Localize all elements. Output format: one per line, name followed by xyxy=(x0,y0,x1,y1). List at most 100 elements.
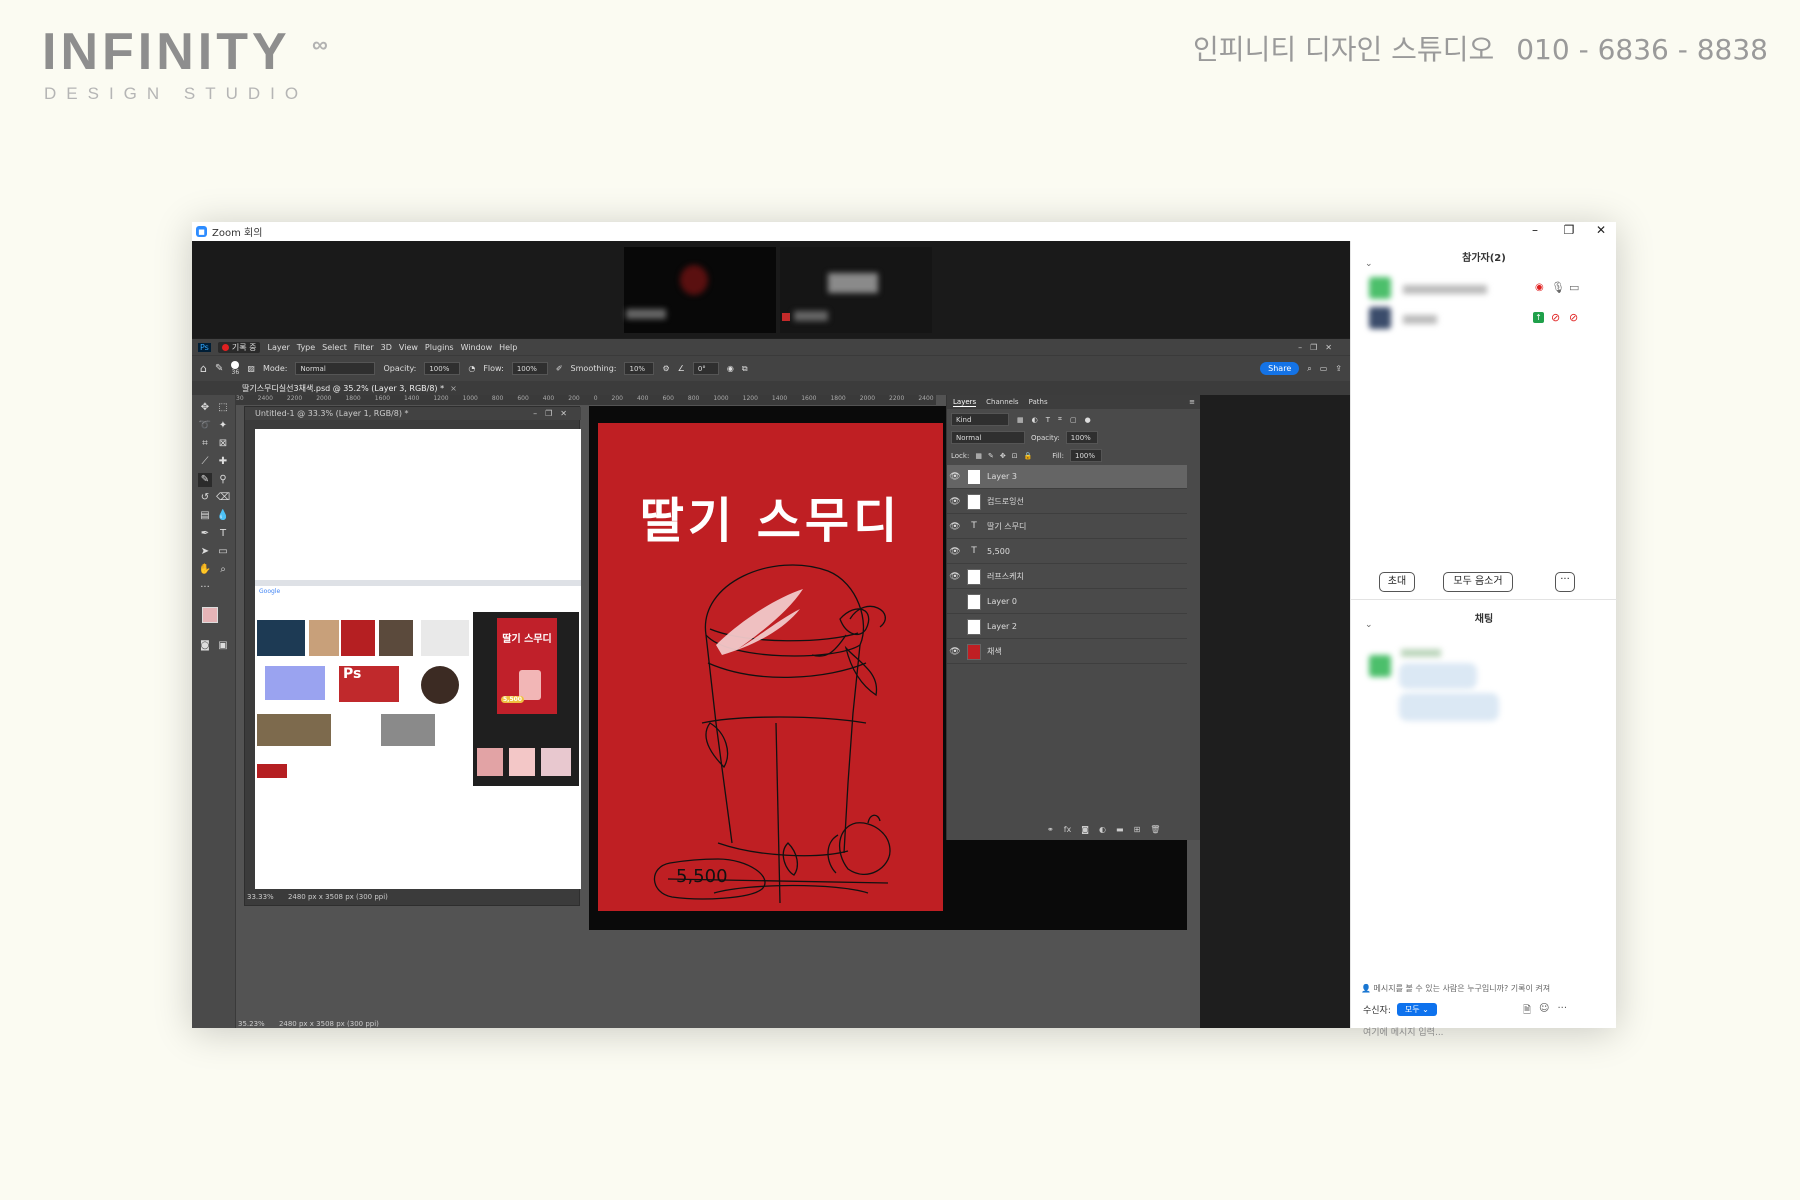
menu-window[interactable]: Window xyxy=(461,343,493,352)
restore-icon[interactable]: ❐ xyxy=(1554,223,1584,237)
lock-all-icon[interactable]: 🔒 xyxy=(1024,452,1033,460)
layer-opacity-field[interactable]: 100% xyxy=(1065,431,1098,444)
healing-brush-icon[interactable]: ✚ xyxy=(216,455,230,469)
lock-position-icon[interactable]: ✥ xyxy=(1000,452,1006,460)
kind-filter-select[interactable]: Kind xyxy=(951,413,1009,426)
poster-canvas[interactable]: 딸기 스무디 5,500 xyxy=(598,423,943,911)
layer-row[interactable]: Layer 0 xyxy=(947,590,1187,614)
tab-layers[interactable]: Layers xyxy=(953,398,977,407)
new-layer-icon[interactable]: ⊞ xyxy=(1134,825,1141,834)
tab-paths[interactable]: Paths xyxy=(1029,398,1048,406)
rectangle-tool-icon[interactable]: ▭ xyxy=(216,545,230,559)
close-icon[interactable]: ✕ xyxy=(1586,223,1616,237)
brush-settings-icon[interactable]: ▨ xyxy=(247,364,255,373)
layer-row[interactable]: 👁 T 딸기 스무디 xyxy=(947,515,1187,539)
menu-plugins[interactable]: Plugins xyxy=(425,343,454,352)
menu-3d[interactable]: 3D xyxy=(381,343,392,352)
untitled-document-window[interactable]: Untitled-1 @ 33.3% (Layer 1, RGB/8) * –❐… xyxy=(244,406,581,906)
minimize-icon[interactable]: – xyxy=(1520,223,1550,237)
more-icon[interactable]: ··· xyxy=(1557,1003,1567,1020)
close-tab-icon[interactable]: × xyxy=(450,384,457,393)
stamp-tool-icon[interactable]: ⚲ xyxy=(216,473,230,487)
lasso-tool-icon[interactable]: ➰ xyxy=(198,419,212,433)
ps-window-controls[interactable]: –❐✕ xyxy=(1298,343,1340,352)
smoothing-settings-icon[interactable]: ⚙ xyxy=(662,364,669,373)
visibility-eye-icon[interactable]: 👁 xyxy=(947,522,963,532)
video-tile[interactable] xyxy=(780,247,932,333)
file-icon[interactable]: 🗎 xyxy=(1523,1003,1531,1020)
lock-artboard-icon[interactable]: ⊡ xyxy=(1012,452,1018,460)
smart-filter-icon[interactable]: ▢ xyxy=(1070,416,1077,424)
more-options-button[interactable]: ··· xyxy=(1555,572,1575,592)
visibility-eye-icon[interactable]: 👁 xyxy=(947,497,963,507)
group-icon[interactable]: ▬ xyxy=(1116,825,1124,834)
menu-filter[interactable]: Filter xyxy=(354,343,374,352)
microphone-muted-icon[interactable]: ⊘ xyxy=(1551,311,1560,324)
microphone-icon[interactable]: 🎙 xyxy=(1551,281,1565,294)
screen-mode-icon[interactable]: ▣ xyxy=(216,639,230,653)
eyedropper-icon[interactable]: ⟋ xyxy=(198,455,212,469)
move-tool-icon[interactable]: ✥ xyxy=(198,401,212,415)
recipient-select[interactable]: 모두 ⌄ xyxy=(1396,1003,1437,1016)
visibility-eye-icon[interactable]: 👁 xyxy=(947,547,963,557)
pixel-filter-icon[interactable]: ▦ xyxy=(1017,416,1024,424)
panel-menu-icon[interactable]: ≡ xyxy=(1189,398,1195,406)
video-tile[interactable] xyxy=(624,247,776,333)
blur-tool-icon[interactable]: 💧 xyxy=(216,509,230,523)
menu-layer[interactable]: Layer xyxy=(267,343,289,352)
link-layers-icon[interactable]: ⚭ xyxy=(1047,825,1054,834)
participant-row[interactable]: ◉ 🎙 ▭ xyxy=(1365,277,1605,301)
magic-wand-icon[interactable]: ✦ xyxy=(216,419,230,433)
sub-canvas[interactable]: Google Ps 딸기 스무디 5,500 xyxy=(255,429,581,889)
smoothing-field[interactable]: 10% xyxy=(624,362,655,375)
gradient-tool-icon[interactable]: ▤ xyxy=(198,509,212,523)
pressure-opacity-icon[interactable]: ◔ xyxy=(468,364,475,373)
layer-row[interactable]: 👁 러프스케치 xyxy=(947,565,1187,589)
brush-tool-icon[interactable]: ✎ xyxy=(198,473,212,487)
layer-row[interactable]: 👁 T 5,500 xyxy=(947,540,1187,564)
airbrush-icon[interactable]: ✐ xyxy=(556,364,563,373)
symmetry-icon[interactable]: ⧉ xyxy=(742,364,748,374)
share-button[interactable]: Share xyxy=(1260,362,1300,375)
menu-help[interactable]: Help xyxy=(499,343,517,352)
chat-visibility-notice[interactable]: 👤 메시지를 볼 수 있는 사람은 누구입니까? 기록이 켜져 xyxy=(1361,983,1611,994)
lock-pixels-icon[interactable]: ▦ xyxy=(975,452,982,460)
flow-field[interactable]: 100% xyxy=(511,362,548,375)
brush-tool-icon[interactable]: ✎ xyxy=(215,363,223,374)
mode-select[interactable]: Normal xyxy=(295,362,376,375)
emoji-icon[interactable]: ☺ xyxy=(1539,1003,1549,1020)
mute-all-button[interactable]: 모두 음소거 xyxy=(1443,572,1513,592)
invite-button[interactable]: 초대 xyxy=(1379,572,1415,592)
pen-tool-icon[interactable]: ✒ xyxy=(198,527,212,541)
message-input[interactable]: 여기에 메시지 입력... xyxy=(1363,1025,1444,1038)
fill-field[interactable]: 100% xyxy=(1070,449,1103,462)
video-camera-icon[interactable]: ▭ xyxy=(1569,281,1579,294)
home-icon[interactable]: ⌂ xyxy=(200,362,207,375)
menu-select[interactable]: Select xyxy=(322,343,347,352)
zoom-tool-icon[interactable]: ⌕ xyxy=(216,563,230,577)
workspace-icon[interactable]: ▭ xyxy=(1320,364,1328,373)
layer-mask-icon[interactable]: ◙ xyxy=(1081,825,1089,834)
layer-row[interactable]: Layer 2 xyxy=(947,615,1187,639)
adjustment-layer-icon[interactable]: ◐ xyxy=(1099,825,1106,834)
visibility-eye-icon[interactable]: 👁 xyxy=(947,647,963,657)
search-icon[interactable]: ⌕ xyxy=(1307,364,1311,374)
eraser-icon[interactable]: ⌫ xyxy=(216,491,230,505)
menu-view[interactable]: View xyxy=(399,343,418,352)
layer-row[interactable]: 👁 채색 xyxy=(947,640,1187,664)
filter-toggle-icon[interactable]: ● xyxy=(1085,416,1091,424)
type-filter-icon[interactable]: T xyxy=(1046,416,1050,424)
shape-filter-icon[interactable]: ⌗ xyxy=(1058,415,1062,424)
tab-channels[interactable]: Channels xyxy=(986,398,1018,406)
fx-icon[interactable]: fx xyxy=(1064,825,1072,834)
type-tool-icon[interactable]: T xyxy=(216,527,230,541)
visibility-eye-icon[interactable]: 👁 xyxy=(947,472,963,482)
marquee-tool-icon[interactable]: ⬚ xyxy=(216,401,230,415)
participant-row[interactable]: ↑ ⊘ ⊘ xyxy=(1365,307,1605,331)
opacity-field[interactable]: 100% xyxy=(424,362,461,375)
document-tab[interactable]: 딸기스무디실선3채색.psd @ 35.2% (Layer 3, RGB/8) … xyxy=(242,383,444,394)
layer-row[interactable]: 👁 컵드로잉선 xyxy=(947,490,1187,514)
hand-tool-icon[interactable]: ✋ xyxy=(198,563,212,577)
pressure-size-icon[interactable]: ◉ xyxy=(727,364,734,373)
video-off-icon[interactable]: ⊘ xyxy=(1569,311,1578,324)
